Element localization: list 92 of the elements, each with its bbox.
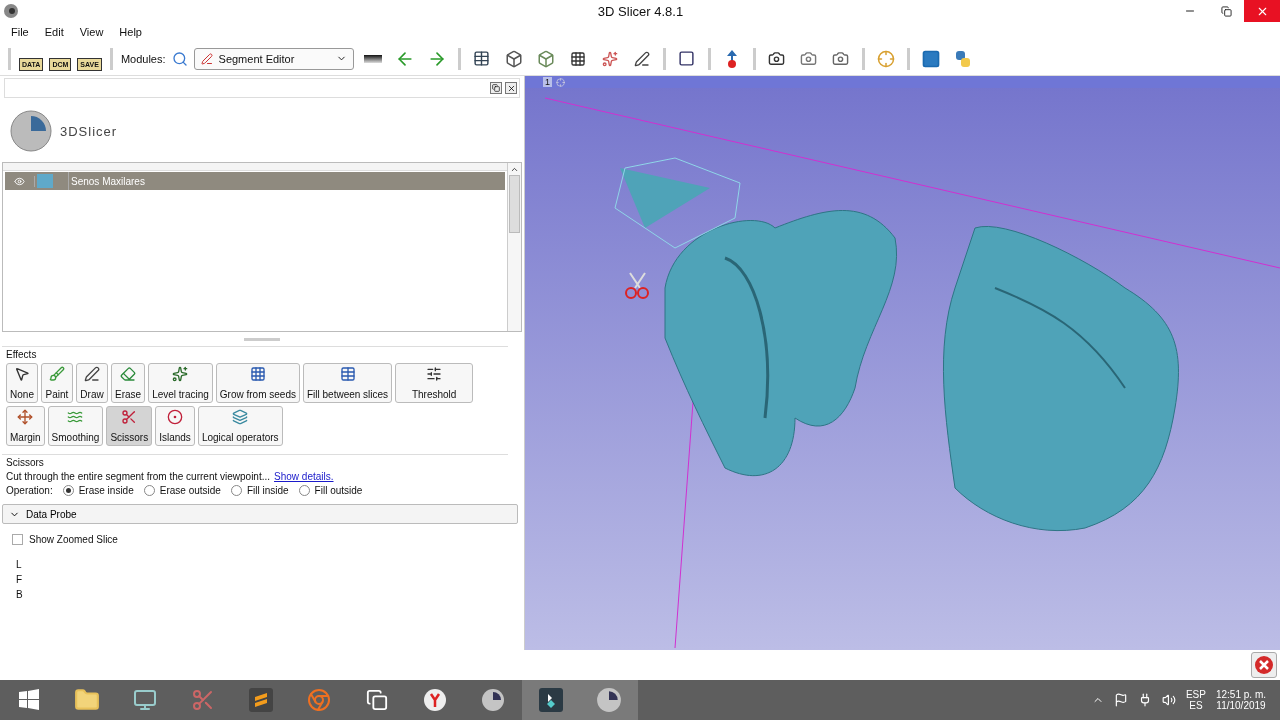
- effect-button[interactable]: Erase: [111, 363, 146, 403]
- modules-label: Modules:: [120, 52, 166, 65]
- effect-button[interactable]: Margin: [6, 406, 45, 446]
- menu-item[interactable]: File: [4, 26, 36, 38]
- grid-icon: [569, 50, 586, 67]
- pen-icon: [633, 50, 650, 67]
- arrow-up-icon: [726, 49, 737, 68]
- coordinate-label: F: [15, 574, 24, 585]
- sphere-icon: [596, 687, 622, 713]
- app-logo-icon: [3, 3, 19, 19]
- segment-name: Senos Maxilares: [70, 175, 145, 187]
- target-icon: [167, 409, 184, 425]
- effect-button[interactable]: Paint: [41, 363, 73, 403]
- error-icon: [1254, 655, 1274, 675]
- sliders-icon: [426, 366, 443, 382]
- start-icon: [18, 689, 40, 711]
- eraser-icon: [120, 366, 137, 382]
- menu-item[interactable]: View: [72, 26, 111, 38]
- pen-icon: [84, 366, 100, 382]
- show-zoomed-slice-checkbox[interactable]: Show Zoomed Slice: [12, 534, 512, 545]
- sparkle-icon: [601, 50, 618, 67]
- scissors-icon: [191, 688, 215, 712]
- effect-button[interactable]: Islands: [155, 406, 195, 446]
- clock[interactable]: 12:51 p. m. 11/10/2019: [1215, 689, 1266, 711]
- view-number: 1: [543, 77, 552, 87]
- volume-icon[interactable]: [1161, 693, 1176, 707]
- operation-label: Operation:: [6, 485, 53, 496]
- effect-button[interactable]: Threshold: [395, 363, 474, 403]
- show-details-link[interactable]: Show details.: [274, 471, 334, 482]
- editor-icon: [539, 688, 563, 712]
- operation-radio[interactable]: Erase outside: [143, 485, 221, 496]
- effect-button[interactable]: Smoothing: [47, 406, 104, 446]
- cube-icon: [504, 49, 523, 68]
- list-icon: [473, 50, 491, 67]
- effect-button[interactable]: Scissors: [106, 406, 153, 446]
- language-indicator[interactable]: ESP ES: [1185, 689, 1206, 711]
- editor-icon: [249, 688, 273, 712]
- effect-button[interactable]: Level tracing: [148, 363, 213, 403]
- window-title: 3D Slicer 4.8.1: [596, 3, 685, 19]
- folder-icon: [74, 687, 100, 713]
- module-select[interactable]: Segment Editor: [193, 47, 354, 70]
- flag-icon[interactable]: [1113, 693, 1128, 707]
- gradient-icon: [363, 54, 382, 63]
- effect-button[interactable]: Grow from seeds: [215, 363, 300, 403]
- camera-icon: [832, 50, 850, 67]
- eye-icon[interactable]: [14, 175, 25, 187]
- camera-icon: [768, 50, 786, 67]
- data-probe-header[interactable]: Data Probe: [2, 504, 518, 524]
- operation-radio[interactable]: Fill outside: [298, 485, 363, 496]
- coordinate-label: L: [15, 559, 23, 570]
- search-icon[interactable]: [171, 50, 188, 67]
- splitter-handle[interactable]: [244, 337, 280, 341]
- error-button[interactable]: [1251, 652, 1277, 678]
- effect-button[interactable]: Draw: [76, 363, 108, 403]
- scissors-cursor-icon: [625, 272, 649, 299]
- description-text: Cut through the entire segment from the current viewpoint... Show details.: [6, 471, 335, 482]
- float-icon: [492, 84, 500, 92]
- layers-icon: [232, 409, 249, 425]
- color-swatch[interactable]: [37, 174, 53, 188]
- effect-button[interactable]: Logical operators: [197, 406, 283, 446]
- effects-title: Effects: [6, 349, 38, 360]
- camera-icon: [800, 50, 818, 67]
- close-icon: [506, 83, 516, 93]
- effect-button[interactable]: None: [6, 363, 38, 403]
- square-icon: [678, 50, 696, 67]
- grid-icon: [249, 366, 266, 382]
- restore-icon: [1220, 5, 1232, 17]
- model-icon: [536, 49, 555, 68]
- scissors-title: Scissors: [6, 457, 45, 468]
- scrollbar-thumb[interactable]: [509, 175, 520, 233]
- menu-item[interactable]: Help: [112, 26, 149, 38]
- pointer-icon: [14, 366, 30, 382]
- sphere-icon: [481, 688, 505, 712]
- close-button[interactable]: [505, 82, 517, 94]
- effect-button[interactable]: Fill between slices: [302, 363, 393, 403]
- float-button[interactable]: [490, 82, 502, 94]
- scissors-icon: [121, 409, 138, 425]
- logo-text: 3DSlicer: [60, 123, 118, 139]
- move-icon: [17, 409, 34, 425]
- coordinate-label: B: [15, 589, 24, 600]
- brush-icon: [49, 366, 65, 382]
- operation-radio[interactable]: Fill inside: [230, 485, 289, 496]
- sphere-button[interactable]: [580, 680, 638, 720]
- operation-radio[interactable]: Erase inside: [62, 485, 134, 496]
- sparkle-icon: [172, 366, 189, 382]
- crosshair-icon: [876, 49, 895, 68]
- sphere-logo-icon: [8, 108, 54, 154]
- table-icon: [339, 366, 356, 382]
- waves-icon: [67, 409, 84, 425]
- pen-icon: [200, 52, 213, 65]
- menu-item[interactable]: Edit: [37, 26, 71, 38]
- monitor-icon: [133, 688, 157, 712]
